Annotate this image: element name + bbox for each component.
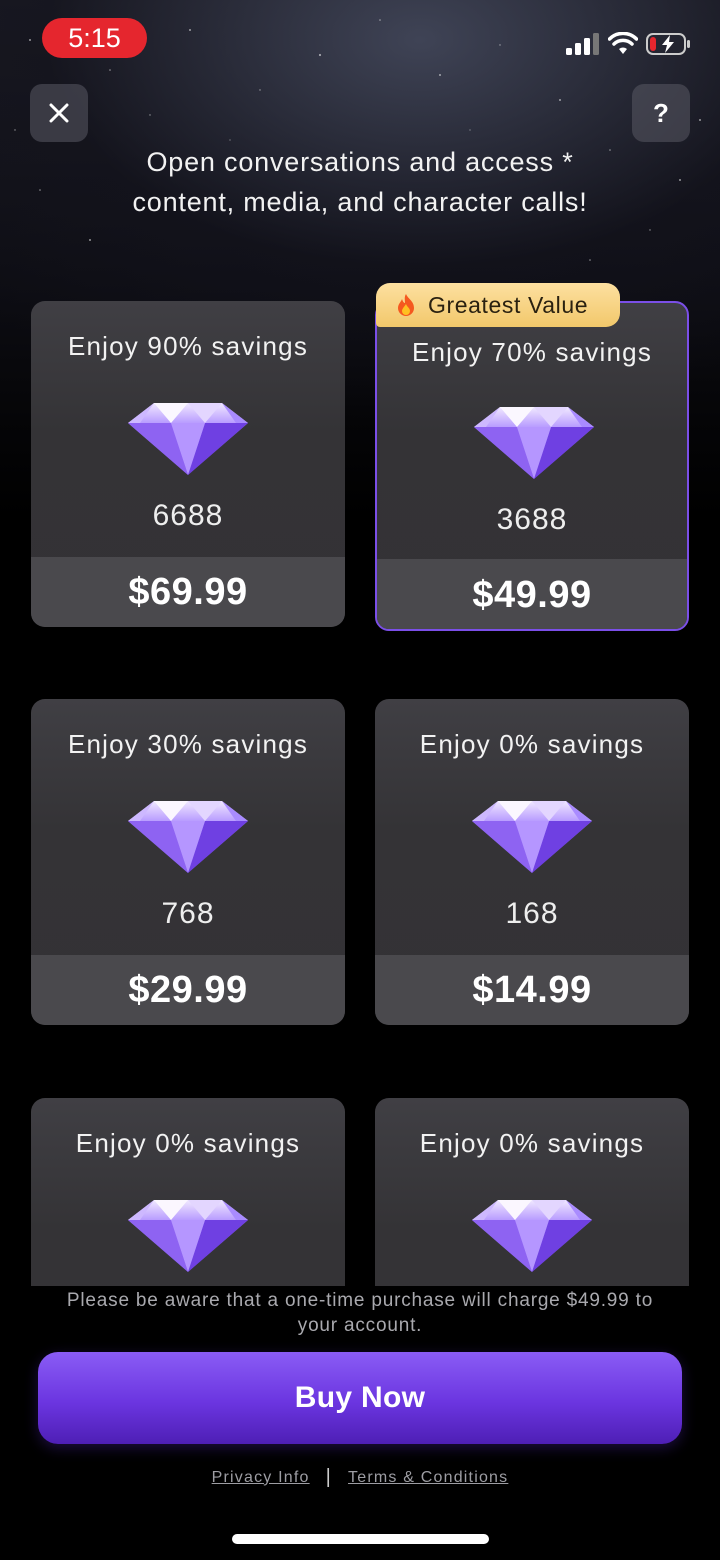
package-card[interactable]: Enjoy 0% savings 168 $14.99 [375,699,689,1025]
package-card[interactable]: Enjoy 0% savings [375,1098,689,1286]
wifi-icon [608,32,638,54]
price: $29.99 [128,968,248,1011]
gem-amount: 3688 [496,503,568,536]
diamond-icon [126,401,250,477]
diamond-icon [472,405,596,481]
price-bar: $49.99 [377,559,687,629]
gem-amount: 168 [505,897,559,930]
price-bar: $69.99 [31,557,345,627]
savings-label: Enjoy 0% savings [419,729,645,759]
help-button[interactable]: ? [632,84,690,142]
link-separator: | [325,1466,333,1488]
package-grid: Enjoy 90% savings 6688 $69.99 Enjoy 70% … [0,280,720,1286]
greatest-value-badge: Greatest Value [376,283,620,327]
cellular-signal-icon [566,33,599,55]
diamond-icon [126,799,250,875]
footer-links: Privacy Info | Terms & Conditions [0,1466,720,1489]
savings-label: Enjoy 70% savings [411,337,653,367]
savings-label: Enjoy 90% savings [67,331,309,361]
badge-label: Greatest Value [428,291,589,318]
headline: Open conversations and access * content,… [132,147,588,217]
price: $14.99 [472,968,592,1011]
package-card-selected[interactable]: Enjoy 70% savings 3688 $49.99 [375,301,689,631]
diamond-icon [470,1198,594,1274]
fire-icon [398,294,414,316]
buy-now-button[interactable]: Buy Now [38,1352,682,1444]
gem-amount: 768 [161,897,215,930]
home-indicator[interactable] [232,1534,489,1544]
privacy-info-link[interactable]: Privacy Info [212,1469,310,1487]
purchase-notice: Please be aware that a one-time purchase… [66,1290,654,1336]
status-time: 5:15 [42,18,147,58]
status-icons [566,30,692,58]
package-card[interactable]: Enjoy 0% savings [31,1098,345,1286]
help-label: ? [653,97,669,128]
package-card[interactable]: Enjoy 90% savings 6688 $69.99 [31,301,345,627]
close-button[interactable] [30,84,88,142]
buy-now-label: Buy Now [294,1381,426,1414]
price: $49.99 [472,573,592,616]
close-icon [49,103,69,123]
savings-label: Enjoy 30% savings [67,729,309,759]
price: $69.99 [128,570,248,613]
price-bar: $29.99 [31,955,345,1025]
gem-amount: 6688 [152,499,224,532]
battery-icon [646,33,690,55]
diamond-icon [126,1198,250,1274]
terms-conditions-link[interactable]: Terms & Conditions [348,1469,508,1487]
price-bar: $14.99 [375,955,689,1025]
savings-label: Enjoy 0% savings [419,1128,645,1158]
diamond-icon [470,799,594,875]
package-card[interactable]: Enjoy 30% savings 768 $29.99 [31,699,345,1025]
savings-label: Enjoy 0% savings [75,1128,301,1158]
